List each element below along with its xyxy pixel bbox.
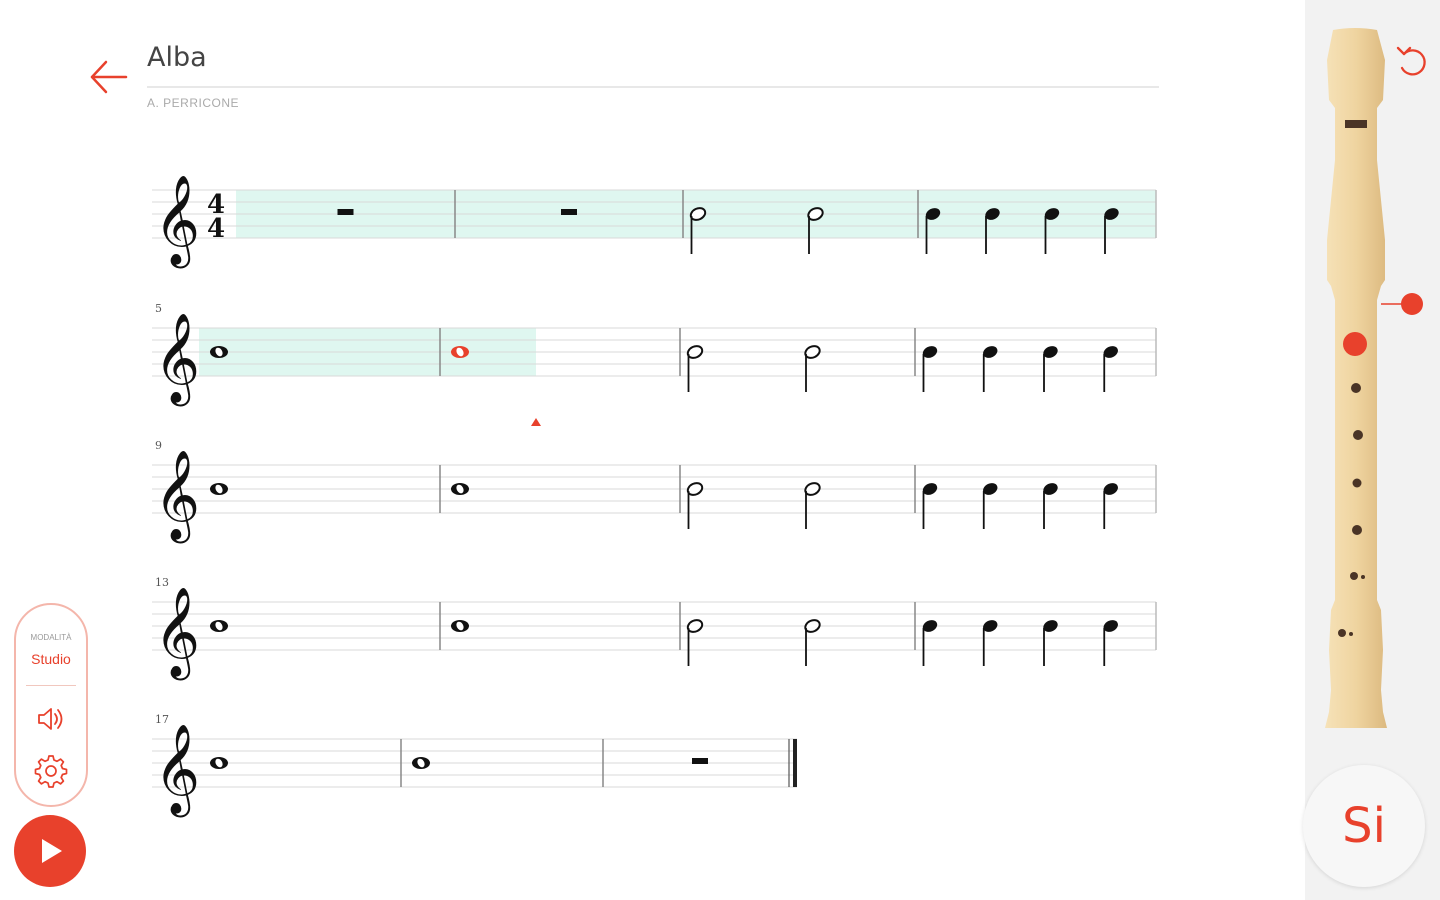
play-icon	[42, 839, 62, 863]
measure-number: 9	[155, 439, 162, 452]
score-sheet: 𝄞 44𝄞5𝄞9𝄞13𝄞17	[152, 175, 1157, 818]
half-rest	[692, 758, 708, 764]
mode-divider	[26, 685, 76, 686]
half-rest	[561, 209, 577, 215]
staff-row: 𝄞13	[152, 576, 1157, 681]
staff-row: 𝄞 44	[152, 175, 1157, 269]
measure-number: 5	[155, 302, 162, 315]
hole-3-icon	[1353, 430, 1363, 440]
hole-6-icon	[1350, 572, 1358, 580]
hole-7-icon	[1338, 629, 1346, 637]
mode-selector[interactable]: Studio	[16, 651, 86, 667]
half-rest	[337, 209, 354, 215]
staff-row: 𝄞5	[152, 302, 1157, 426]
treble-clef-icon: 𝄞	[154, 724, 200, 818]
mode-panel: MODALITÀ Studio	[14, 603, 88, 807]
thumb-hole-icon	[1401, 293, 1423, 315]
treble-clef-icon: 𝄞	[154, 450, 200, 544]
windway-icon	[1345, 120, 1367, 128]
play-button[interactable]	[14, 815, 86, 887]
measure-number: 17	[155, 713, 169, 726]
hole-1-icon	[1343, 332, 1367, 356]
playhead-marker	[531, 418, 541, 426]
hole-5-icon	[1352, 525, 1362, 535]
time-signature-bottom: 4	[207, 214, 225, 244]
speaker-icon	[38, 708, 63, 730]
staff-row: 𝄞17	[152, 713, 797, 818]
mode-caption: MODALITÀ	[30, 633, 72, 642]
settings-button[interactable]	[33, 753, 69, 789]
recorder-illustration	[1325, 28, 1423, 728]
gear-icon	[34, 755, 68, 788]
measure-number: 13	[155, 576, 169, 589]
staff-row: 𝄞9	[152, 439, 1157, 544]
current-note-display: Si	[1303, 765, 1425, 887]
treble-clef-icon: 𝄞	[154, 175, 200, 269]
hole-2-icon	[1351, 383, 1361, 393]
treble-clef-icon: 𝄞	[154, 313, 200, 407]
hole-4-icon	[1352, 478, 1362, 488]
treble-clef-icon: 𝄞	[154, 587, 200, 681]
sound-button[interactable]	[35, 703, 67, 735]
